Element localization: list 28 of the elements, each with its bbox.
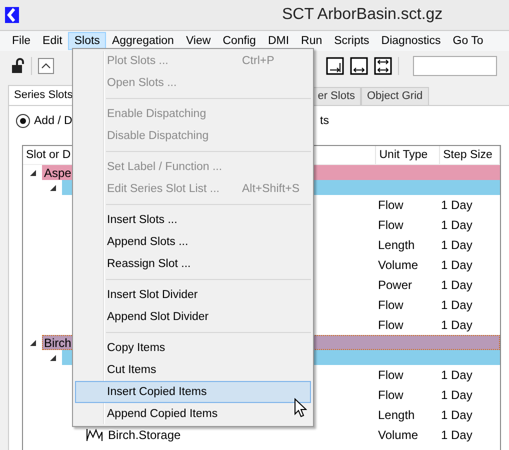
- table-cell-text: 1 Day: [440, 238, 474, 252]
- table-cell-text: Length: [377, 238, 416, 252]
- divider-label: Birch: [43, 336, 72, 350]
- table-cell-text: Flow: [377, 368, 404, 382]
- table-cell-text: Flow: [377, 318, 404, 332]
- radio-label: Add / D: [34, 115, 72, 127]
- radio-label: ts: [320, 115, 329, 127]
- table-cell-text: Flow: [377, 298, 404, 312]
- table-cell-text: 1 Day: [440, 408, 474, 422]
- table-cell-text: 1 Day: [440, 388, 474, 402]
- table-cell-text: 1 Day: [440, 428, 474, 442]
- window-title: SCT ArborBasin.sct.gz: [282, 6, 443, 24]
- table-cell-text: Flow: [377, 218, 404, 232]
- divider-label: Aspe: [43, 166, 72, 180]
- slot-name: Birch.Storage: [108, 428, 181, 442]
- table-cell-text: 1 Day: [440, 218, 474, 232]
- table-cell-text: Length: [377, 408, 416, 422]
- table-cell-text: Volume: [377, 258, 420, 272]
- table-cell-text: Power: [377, 278, 414, 292]
- table-cell-text: 1 Day: [440, 278, 474, 292]
- table-cell-text: 1 Day: [440, 318, 474, 332]
- table-cell-text: Volume: [377, 428, 420, 442]
- table-cell-text: 1 Day: [440, 298, 474, 312]
- table-cell-text: 1 Day: [440, 198, 474, 212]
- table-cell-text: 1 Day: [440, 258, 474, 272]
- table-cell-text: Flow: [377, 198, 404, 212]
- table-cell-text: Flow: [377, 388, 404, 402]
- table-cell-text: 1 Day: [440, 368, 474, 382]
